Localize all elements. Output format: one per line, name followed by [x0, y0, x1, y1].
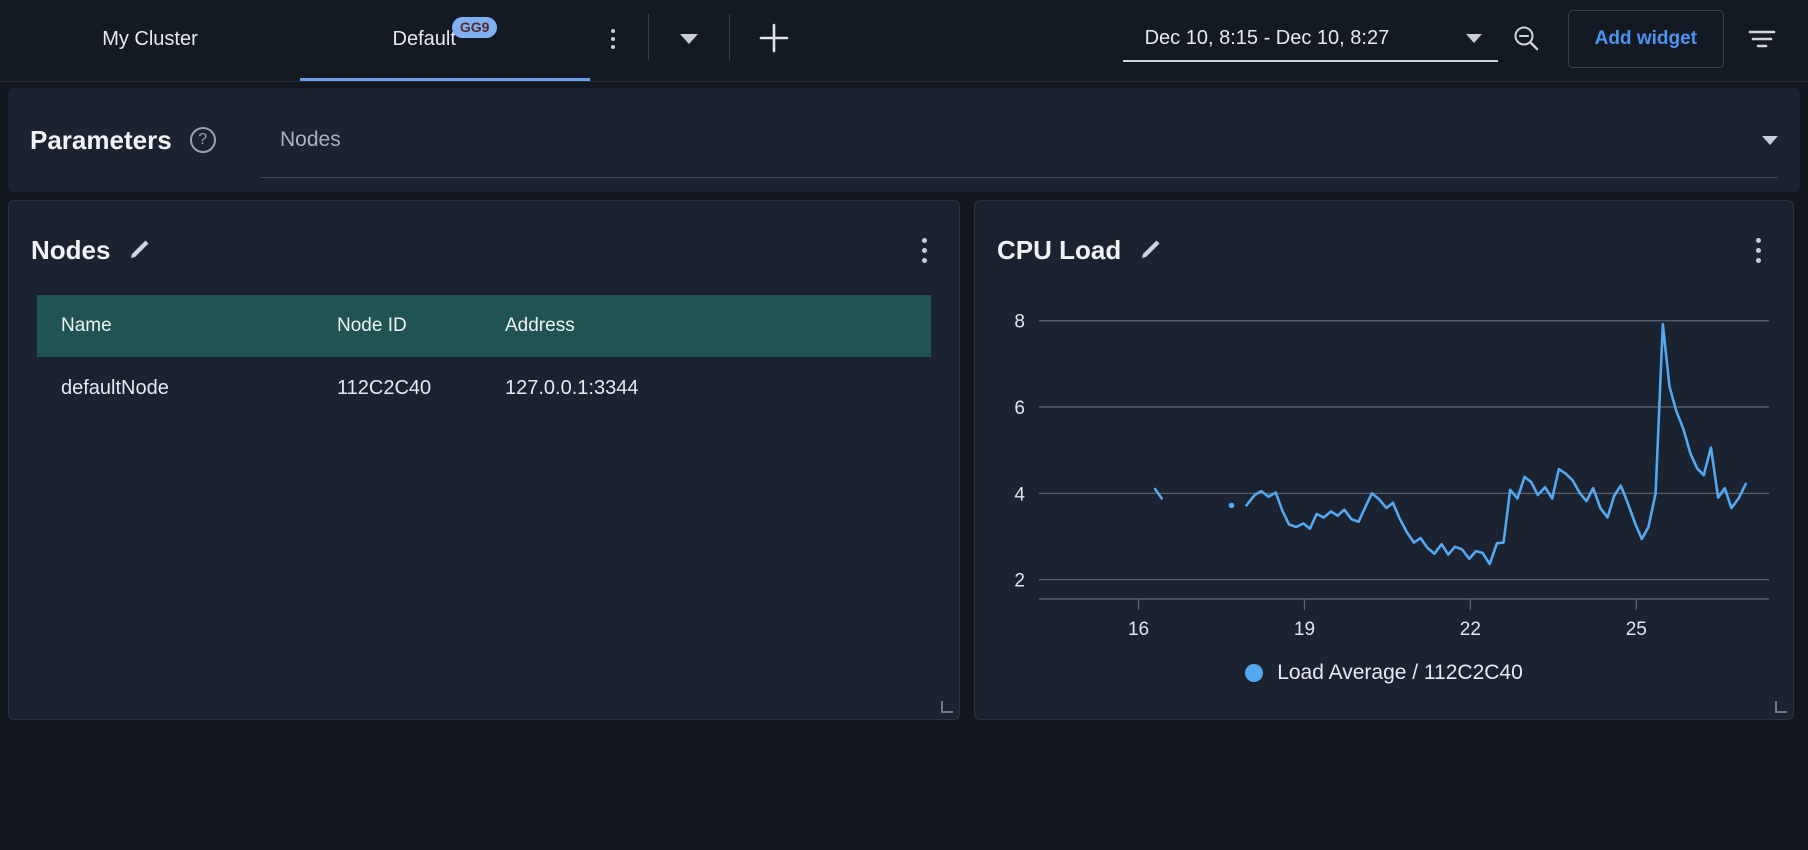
question-circle-icon[interactable]: ?: [189, 127, 216, 153]
add-widget-button[interactable]: Add widget: [1567, 10, 1724, 68]
y-axis-tick-label: 2: [1014, 571, 1025, 592]
parameters-section: Parameters ? Nodes: [0, 82, 1808, 192]
more-vertical-icon: [611, 29, 615, 33]
x-axis-tick-label: 25: [1626, 619, 1647, 640]
chevron-down-icon: [680, 34, 698, 44]
nodes-table-head: Name Node ID Address: [37, 295, 931, 357]
table-row[interactable]: defaultNode 112C2C40 127.0.0.1:3344: [37, 357, 931, 420]
topbar-right-controls: Dec 10, 8:15 - Dec 10, 8:27 Add widget: [1122, 0, 1808, 82]
pencil-icon: [1142, 240, 1160, 258]
panel-nodes-resize-handle[interactable]: [941, 701, 953, 713]
panel-nodes-header: Nodes: [9, 201, 959, 279]
edit-nodes-button[interactable]: [126, 237, 152, 263]
legend-label: Load Average / 112C2C40: [1277, 661, 1523, 684]
panel-nodes-menu-button[interactable]: [912, 232, 937, 269]
more-vertical-icon: [1756, 257, 1761, 263]
parameters-label: Parameters: [30, 124, 172, 155]
parameters-select-value: Nodes: [280, 128, 341, 151]
toolbar-divider: [648, 14, 649, 60]
nodes-table-body: defaultNode 112C2C40 127.0.0.1:3344: [37, 357, 931, 420]
panel-nodes-title: Nodes: [31, 234, 111, 265]
pencil-icon: [131, 240, 149, 258]
filter-icon: [1748, 30, 1776, 48]
dashboard-panels: Nodes Name Node ID Address defaultNode 1…: [0, 192, 1808, 720]
zoom-out-icon: [1514, 26, 1538, 51]
panel-nodes: Nodes Name Node ID Address defaultNode 1…: [8, 200, 960, 720]
y-axis-tick-label: 4: [1014, 484, 1025, 505]
x-axis-tick-label: 16: [1128, 619, 1149, 640]
cpu-load-chart-svg[interactable]: 2 4 6 8 16 19 22 25: [993, 281, 1777, 651]
caret-down-icon: [1762, 135, 1778, 145]
tab-default-badge: GG9: [451, 16, 498, 38]
more-vertical-icon: [922, 247, 927, 253]
tab-list-dropdown-button[interactable]: [661, 0, 717, 82]
caret-down-icon: [1465, 33, 1482, 43]
panel-cpu-title: CPU Load: [997, 234, 1122, 265]
more-vertical-icon: [1756, 247, 1761, 253]
date-range-value: Dec 10, 8:15 - Dec 10, 8:27: [1144, 26, 1390, 49]
tab-default-label: Default: [392, 27, 456, 50]
x-axis-tick-label: 19: [1294, 619, 1315, 640]
chart-line: [1245, 322, 1748, 566]
filter-button[interactable]: [1734, 11, 1790, 67]
table-header-row: Name Node ID Address: [37, 295, 931, 357]
tab-my-cluster-label: My Cluster: [102, 27, 198, 50]
y-axis-tick-label: 8: [1014, 312, 1025, 333]
add-tab-button[interactable]: [742, 0, 806, 82]
y-axis-tick-label: 6: [1014, 398, 1025, 419]
cpu-load-chart: 2 4 6 8 16 19 22 25: [975, 279, 1793, 659]
parameters-label-group: Parameters ?: [8, 125, 260, 156]
toolbar-divider: [729, 14, 730, 60]
edit-cpu-button[interactable]: [1137, 237, 1163, 263]
zoom-out-button[interactable]: [1498, 11, 1554, 67]
cell-address: 127.0.0.1:3344: [505, 377, 639, 399]
tab-default[interactable]: Default GG9: [300, 0, 590, 82]
legend-color-swatch: [1245, 664, 1264, 682]
column-header-address[interactable]: Address: [505, 295, 931, 357]
chart-data-point: [1228, 502, 1235, 509]
panel-cpu-header: CPU Load: [975, 201, 1793, 279]
nodes-table-wrap: Name Node ID Address defaultNode 112C2C4…: [9, 295, 959, 420]
panel-cpu-menu-button[interactable]: [1746, 232, 1771, 269]
column-header-name[interactable]: Name: [37, 295, 337, 357]
tab-menu-button[interactable]: [590, 0, 636, 82]
panel-cpu-load: CPU Load 2 4 6 8 16 19 22 25 Load Average / 112…: [974, 200, 1794, 720]
plus-icon: [759, 23, 789, 53]
date-range-picker[interactable]: Dec 10, 8:15 - Dec 10, 8:27: [1122, 17, 1498, 62]
tab-my-cluster[interactable]: My Cluster: [0, 0, 300, 82]
cpu-chart-legend: Load Average / 112C2C40: [975, 661, 1793, 685]
top-bar: My Cluster Default GG9 Dec 10, 8:15 - De…: [0, 0, 1808, 82]
cell-node-id: 112C2C40: [337, 377, 432, 399]
cell-name: defaultNode: [61, 377, 169, 399]
parameters-bar: Parameters ? Nodes: [8, 88, 1800, 192]
column-header-node-id[interactable]: Node ID: [337, 295, 505, 357]
more-vertical-icon: [922, 257, 927, 263]
panel-cpu-resize-handle[interactable]: [1775, 701, 1787, 713]
more-vertical-icon: [1756, 237, 1761, 243]
more-vertical-icon: [611, 45, 615, 49]
more-vertical-icon: [922, 237, 927, 243]
parameters-select[interactable]: Nodes: [260, 102, 1778, 178]
more-vertical-icon: [611, 37, 615, 41]
x-axis-tick-label: 22: [1460, 619, 1481, 640]
nodes-table: Name Node ID Address defaultNode 112C2C4…: [37, 295, 931, 420]
